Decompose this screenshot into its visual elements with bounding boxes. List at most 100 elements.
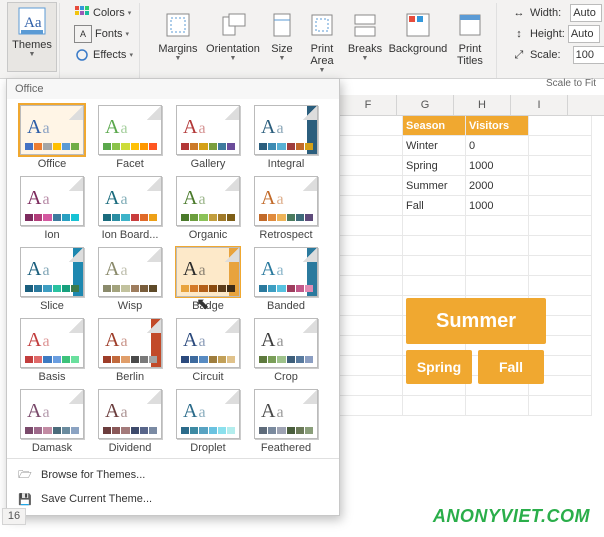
- cell[interactable]: Summer: [403, 176, 466, 196]
- column-header[interactable]: F: [340, 95, 397, 115]
- theme-thumb: Aa: [20, 318, 84, 368]
- orientation-button[interactable]: Orientation▼: [204, 7, 262, 75]
- cell[interactable]: [340, 256, 403, 276]
- cell[interactable]: 1000: [466, 196, 529, 216]
- theme-item-damask[interactable]: AaDamask: [15, 389, 89, 454]
- theme-item-banded[interactable]: AaBanded: [249, 247, 323, 312]
- print-area-button[interactable]: Print Area▼: [302, 7, 342, 75]
- cell[interactable]: [340, 336, 403, 356]
- cell[interactable]: [340, 396, 403, 416]
- themes-label: Themes: [12, 39, 52, 51]
- theme-thumb: Aa: [20, 105, 84, 155]
- cell[interactable]: [340, 176, 403, 196]
- table-row: Winter0: [340, 136, 604, 156]
- breaks-label: Breaks: [348, 43, 382, 55]
- cell[interactable]: [340, 156, 403, 176]
- browse-themes-button[interactable]: 🗁Browse for Themes...: [7, 463, 339, 487]
- cell[interactable]: [529, 176, 592, 196]
- margins-button[interactable]: Margins▼: [154, 7, 202, 75]
- cell[interactable]: [340, 376, 403, 396]
- cell[interactable]: [340, 316, 403, 336]
- theme-item-organic[interactable]: AaOrganic: [171, 176, 245, 241]
- theme-item-crop[interactable]: AaCrop: [249, 318, 323, 383]
- theme-name: Organic: [172, 229, 244, 241]
- cell[interactable]: [529, 156, 592, 176]
- theme-item-feathered[interactable]: AaFeathered: [249, 389, 323, 454]
- theme-item-wisp[interactable]: AaWisp: [93, 247, 167, 312]
- size-button[interactable]: Size▼: [264, 7, 300, 75]
- height-value[interactable]: Auto: [568, 25, 600, 43]
- cell[interactable]: [529, 116, 592, 136]
- theme-name: Badge: [172, 300, 244, 312]
- theme-item-office[interactable]: AaOffice: [15, 105, 89, 170]
- theme-item-circuit[interactable]: AaCircuit: [171, 318, 245, 383]
- background-button[interactable]: Background: [388, 7, 448, 75]
- cell[interactable]: [529, 196, 592, 216]
- cell[interactable]: [466, 216, 529, 236]
- column-header[interactable]: I: [511, 95, 568, 115]
- cell[interactable]: 1000: [466, 156, 529, 176]
- theme-item-ion[interactable]: AaIon: [15, 176, 89, 241]
- cell[interactable]: [340, 296, 403, 316]
- cell[interactable]: [529, 256, 592, 276]
- scale-value[interactable]: 100: [573, 46, 604, 64]
- cell[interactable]: [529, 396, 592, 416]
- height-icon: ↕: [511, 26, 527, 42]
- theme-item-integral[interactable]: AaIntegral: [249, 105, 323, 170]
- save-theme-button[interactable]: 💾Save Current Theme...: [7, 487, 339, 511]
- width-value[interactable]: Auto: [570, 4, 602, 22]
- width-icon: ↔: [511, 5, 527, 21]
- print-titles-button[interactable]: Print Titles: [450, 7, 490, 75]
- cell[interactable]: [340, 116, 403, 136]
- cell[interactable]: Spring: [403, 156, 466, 176]
- theme-item-retrospect[interactable]: AaRetrospect: [249, 176, 323, 241]
- cell[interactable]: [403, 396, 466, 416]
- cell[interactable]: [340, 216, 403, 236]
- cell[interactable]: [529, 136, 592, 156]
- theme-thumb: Aa: [20, 176, 84, 226]
- cell[interactable]: [340, 136, 403, 156]
- theme-item-berlin[interactable]: AaBerlin: [93, 318, 167, 383]
- colors-button[interactable]: Colors▾: [74, 3, 133, 23]
- cell[interactable]: 2000: [466, 176, 529, 196]
- cell[interactable]: [466, 236, 529, 256]
- cell[interactable]: [466, 256, 529, 276]
- theme-item-droplet[interactable]: AaDroplet: [171, 389, 245, 454]
- theme-item-facet[interactable]: AaFacet: [93, 105, 167, 170]
- theme-name: Circuit: [172, 371, 244, 383]
- themes-button[interactable]: Aa Themes ▼: [8, 3, 56, 71]
- cell[interactable]: [403, 276, 466, 296]
- cell[interactable]: [340, 276, 403, 296]
- breaks-button[interactable]: Breaks▼: [344, 7, 386, 75]
- cell[interactable]: [403, 216, 466, 236]
- smartart[interactable]: Summer Spring Fall: [406, 298, 556, 384]
- effects-icon: [74, 47, 90, 63]
- fonts-button[interactable]: AFonts▾: [74, 24, 133, 44]
- background-icon: [402, 9, 434, 41]
- cell[interactable]: 0: [466, 136, 529, 156]
- cell[interactable]: [340, 356, 403, 376]
- cell[interactable]: Fall: [403, 196, 466, 216]
- theme-item-gallery[interactable]: AaGallery: [171, 105, 245, 170]
- cell[interactable]: [403, 256, 466, 276]
- cell[interactable]: [466, 276, 529, 296]
- table-header-cell[interactable]: Season: [403, 116, 466, 136]
- cell[interactable]: [340, 236, 403, 256]
- cell[interactable]: Winter: [403, 136, 466, 156]
- theme-item-slice[interactable]: AaSlice: [15, 247, 89, 312]
- colors-icon: [74, 5, 90, 21]
- cell[interactable]: [466, 396, 529, 416]
- column-header[interactable]: G: [397, 95, 454, 115]
- cell[interactable]: [529, 236, 592, 256]
- effects-button[interactable]: Effects▾: [74, 45, 133, 65]
- column-header[interactable]: H: [454, 95, 511, 115]
- theme-item-ion-board-[interactable]: AaIon Board...: [93, 176, 167, 241]
- table-header-cell[interactable]: Visitors: [466, 116, 529, 136]
- theme-item-badge[interactable]: AaBadge: [171, 247, 245, 312]
- cell[interactable]: [529, 276, 592, 296]
- theme-item-dividend[interactable]: AaDividend: [93, 389, 167, 454]
- theme-item-basis[interactable]: AaBasis: [15, 318, 89, 383]
- cell[interactable]: [340, 196, 403, 216]
- cell[interactable]: [403, 236, 466, 256]
- cell[interactable]: [529, 216, 592, 236]
